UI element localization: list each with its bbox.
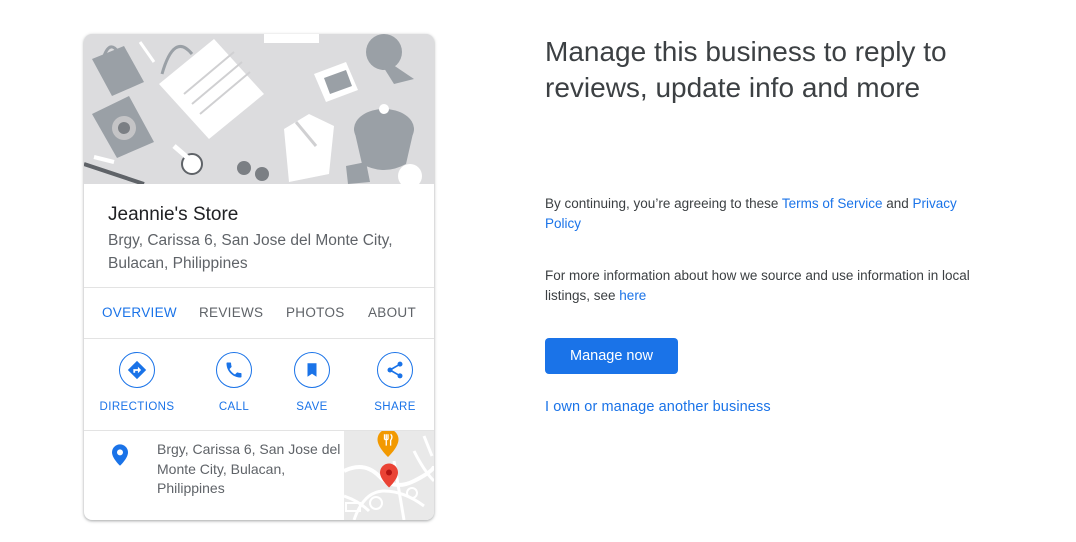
store-illustration — [84, 34, 434, 184]
share-button[interactable]: SHARE — [355, 352, 434, 413]
share-label: SHARE — [374, 401, 416, 413]
call-button[interactable]: CALL — [194, 352, 274, 413]
call-label: CALL — [218, 401, 250, 413]
business-card: Jeannie's Store Brgy, Carissa 6, San Jos… — [84, 34, 434, 520]
own-another-business-link[interactable]: I own or manage another business — [545, 399, 771, 415]
location-address: Brgy, Carissa 6, San Jose del Monte City… — [157, 441, 341, 496]
card-tabs: OVERVIEW REVIEWS PHOTOS ABOUT — [84, 288, 434, 338]
bookmark-icon — [294, 352, 330, 388]
tab-about[interactable]: ABOUT — [368, 305, 416, 320]
manage-now-button[interactable]: Manage now — [545, 338, 678, 374]
save-button[interactable]: SAVE — [272, 352, 352, 413]
red-location-marker-icon — [380, 463, 398, 493]
divider — [84, 338, 434, 339]
page-headline: Manage this business to reply to reviews… — [545, 36, 947, 103]
info-prefix: For more information about how we source… — [545, 268, 970, 303]
info-here-link[interactable]: here — [619, 288, 646, 303]
directions-label: DIRECTIONS — [99, 401, 175, 413]
tab-reviews[interactable]: REVIEWS — [199, 305, 263, 320]
save-label: SAVE — [296, 401, 328, 413]
terms-notice: By continuing, you’re agreeing to these … — [545, 194, 995, 234]
store-address: Brgy, Carissa 6, San Jose del Monte City… — [108, 232, 393, 272]
share-icon — [377, 352, 413, 388]
terms-prefix: By continuing, you’re agreeing to these — [545, 196, 782, 211]
directions-button[interactable]: DIRECTIONS — [97, 352, 177, 413]
restaurant-marker-icon — [377, 431, 399, 462]
location-pin-icon — [112, 444, 128, 471]
map-thumbnail[interactable] — [344, 431, 434, 520]
info-notice: For more information about how we source… — [545, 266, 995, 306]
directions-icon — [119, 352, 155, 388]
tab-overview[interactable]: OVERVIEW — [102, 305, 177, 320]
terms-and: and — [882, 196, 913, 211]
tab-photos[interactable]: PHOTOS — [286, 305, 345, 320]
phone-icon — [216, 352, 252, 388]
terms-of-service-link[interactable]: Terms of Service — [782, 196, 883, 211]
store-name: Jeannie's Store — [108, 204, 239, 225]
